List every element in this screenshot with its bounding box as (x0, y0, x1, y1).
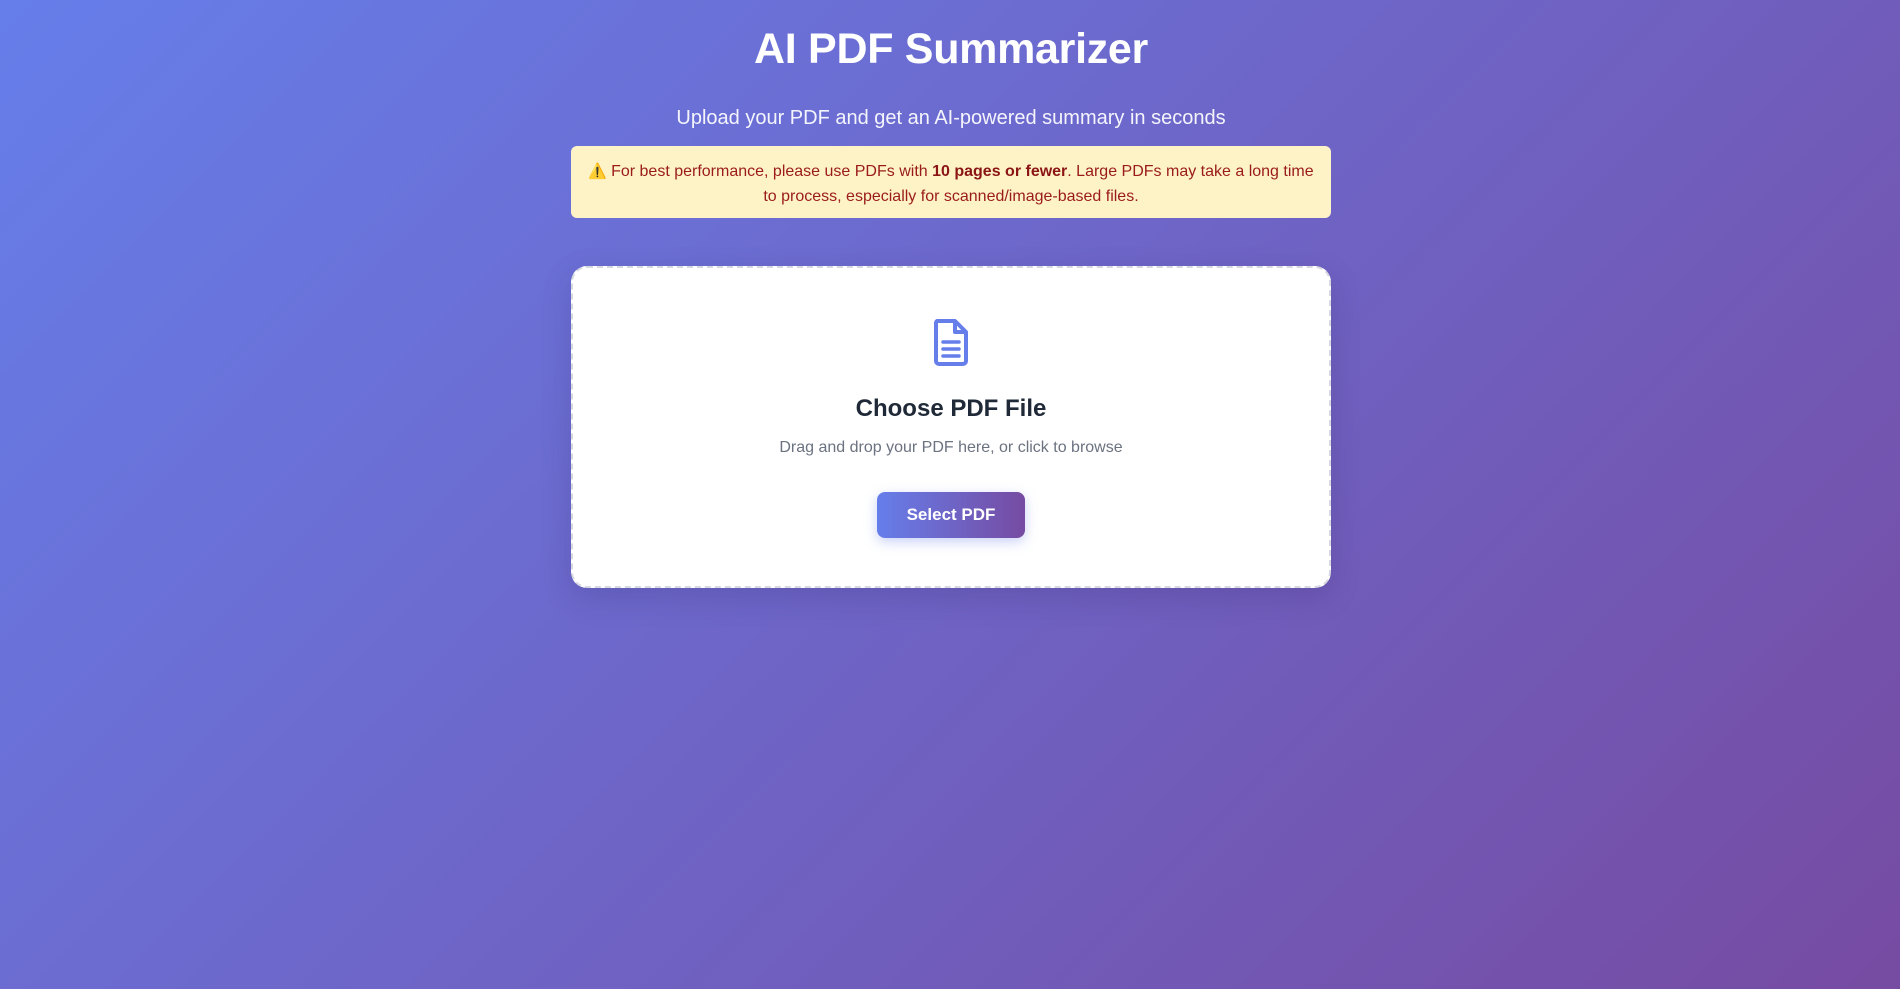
performance-warning: ⚠️ For best performance, please use PDFs … (571, 146, 1331, 218)
page-title: AI PDF Summarizer (754, 25, 1148, 73)
pdf-upload-dropzone[interactable]: Choose PDF File Drag and drop your PDF h… (571, 266, 1331, 588)
warning-text-before: For best performance, please use PDFs wi… (611, 163, 933, 180)
warning-emphasis: 10 pages or fewer (932, 163, 1068, 180)
file-document-icon (933, 319, 968, 366)
warning-icon: ⚠️ (588, 163, 608, 180)
upload-instructions: Drag and drop your PDF here, or click to… (779, 439, 1123, 456)
upload-title: Choose PDF File (855, 395, 1047, 422)
main-container: AI PDF Summarizer Upload your PDF and ge… (571, 0, 1331, 588)
select-pdf-button[interactable]: Select PDF (877, 492, 1025, 538)
page-subtitle: Upload your PDF and get an AI-powered su… (676, 107, 1226, 129)
